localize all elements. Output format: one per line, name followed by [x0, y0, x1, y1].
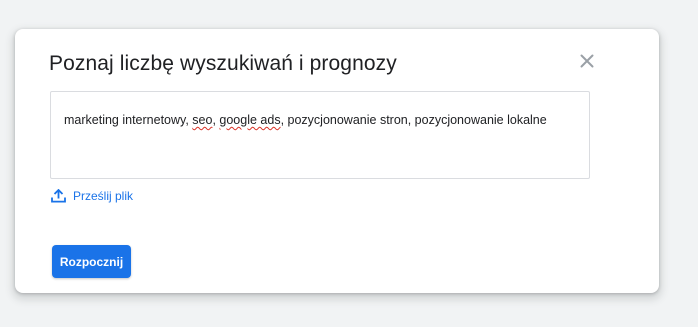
upload-file-label: Prześlij plik — [73, 189, 134, 203]
close-icon — [580, 54, 594, 68]
keyword-spellcheck-flagged: google ads — [219, 113, 281, 127]
keyword-spellcheck-flagged: seo — [192, 113, 213, 127]
keywords-text: marketing internetowy, seo, google ads, … — [64, 113, 547, 127]
keywords-textarea[interactable]: marketing internetowy, seo, google ads, … — [50, 91, 590, 179]
keyword-text: , pozycjonowanie stron, pozycjonowanie l… — [280, 113, 547, 127]
upload-file-link[interactable]: Prześlij plik — [51, 189, 133, 203]
start-button-label: Rozpocznij — [59, 254, 124, 269]
start-button[interactable]: Rozpocznij — [52, 245, 131, 278]
page-background: Poznaj liczbę wyszukiwań i prognozy mark… — [0, 0, 698, 327]
keyword-forecast-dialog: Poznaj liczbę wyszukiwań i prognozy mark… — [15, 29, 659, 293]
dialog-title: Poznaj liczbę wyszukiwań i prognozy — [49, 52, 397, 75]
keyword-text: marketing internetowy, — [64, 113, 193, 127]
upload-icon — [51, 189, 66, 203]
close-button[interactable] — [575, 49, 599, 73]
